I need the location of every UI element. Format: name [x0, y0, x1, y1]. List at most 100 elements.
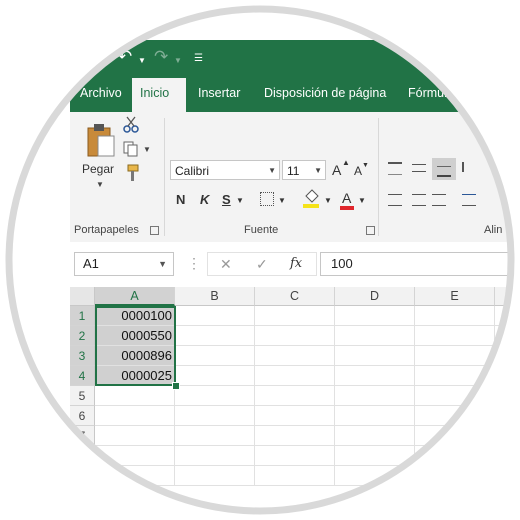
- align-left-icon[interactable]: [388, 194, 402, 206]
- cell-d3[interactable]: [335, 346, 415, 366]
- enter-icon[interactable]: ✓: [256, 256, 268, 273]
- cell-a4[interactable]: 0000025: [95, 366, 175, 386]
- cell-b8[interactable]: [175, 446, 255, 466]
- cell-b9[interactable]: [175, 466, 255, 486]
- tab-inicio[interactable]: Inicio: [132, 78, 186, 112]
- cell-b7[interactable]: [175, 426, 255, 446]
- cell-c3[interactable]: [255, 346, 335, 366]
- cell-x4[interactable]: [495, 366, 520, 386]
- column-header-b[interactable]: B: [175, 287, 255, 306]
- cell-c1[interactable]: [255, 306, 335, 326]
- insert-function-icon[interactable]: fx: [290, 256, 302, 271]
- undo-icon[interactable]: ↶: [118, 47, 132, 67]
- align-right-icon[interactable]: [432, 194, 446, 206]
- column-header-e[interactable]: E: [415, 287, 495, 306]
- cell-x1[interactable]: [495, 306, 520, 326]
- row-header-3[interactable]: 3: [70, 346, 95, 366]
- cell-c7[interactable]: [255, 426, 335, 446]
- cell-c2[interactable]: [255, 326, 335, 346]
- cell-d1[interactable]: [335, 306, 415, 326]
- cell-d7[interactable]: [335, 426, 415, 446]
- align-top-icon[interactable]: [388, 162, 402, 175]
- cell-b6[interactable]: [175, 406, 255, 426]
- redo-icon[interactable]: ↷: [154, 47, 168, 67]
- clipboard-dialog-launcher[interactable]: [150, 226, 159, 235]
- customize-toolbar-icon[interactable]: ☰: [194, 53, 203, 64]
- save-icon[interactable]: [84, 52, 96, 66]
- cell-e5[interactable]: [415, 386, 495, 406]
- fill-handle[interactable]: [172, 382, 180, 390]
- cell-x8[interactable]: [495, 446, 520, 466]
- tab-insertar[interactable]: Insertar: [190, 78, 248, 112]
- cell-e4[interactable]: [415, 366, 495, 386]
- cell-a1[interactable]: 0000100: [95, 306, 175, 326]
- cell-c8[interactable]: [255, 446, 335, 466]
- cell-a2[interactable]: 0000550: [95, 326, 175, 346]
- column-header-a[interactable]: A: [95, 287, 175, 306]
- paste-button[interactable]: Pegar ▼: [78, 118, 122, 198]
- cell-a9[interactable]: [95, 466, 175, 486]
- underline-button[interactable]: S: [222, 192, 231, 207]
- cell-b2[interactable]: [175, 326, 255, 346]
- borders-icon[interactable]: [260, 192, 274, 206]
- cell-b5[interactable]: [175, 386, 255, 406]
- cell-d9[interactable]: [335, 466, 415, 486]
- cell-a5[interactable]: [95, 386, 175, 406]
- column-header-d[interactable]: D: [335, 287, 415, 306]
- cell-x9[interactable]: [495, 466, 520, 486]
- row-header-5[interactable]: 5: [70, 386, 95, 406]
- cell-c5[interactable]: [255, 386, 335, 406]
- align-middle-icon[interactable]: [412, 164, 426, 172]
- italic-button[interactable]: K: [200, 192, 209, 207]
- font-dialog-launcher[interactable]: [366, 226, 375, 235]
- cell-e8[interactable]: [415, 446, 495, 466]
- select-all-button[interactable]: [70, 287, 95, 306]
- cell-d5[interactable]: [335, 386, 415, 406]
- row-header-8[interactable]: 8: [70, 446, 95, 466]
- grow-font-button[interactable]: A: [332, 162, 341, 178]
- copy-icon[interactable]: [122, 140, 140, 158]
- cell-e6[interactable]: [415, 406, 495, 426]
- row-header-6[interactable]: 6: [70, 406, 95, 426]
- cut-icon[interactable]: [122, 116, 140, 134]
- format-painter-icon[interactable]: [122, 164, 140, 182]
- tab-archivo[interactable]: Archivo: [72, 78, 130, 112]
- formula-input[interactable]: 100: [320, 252, 520, 276]
- cell-x7[interactable]: [495, 426, 520, 446]
- fill-color-icon[interactable]: [302, 188, 320, 208]
- row-header-1[interactable]: 1: [70, 306, 95, 326]
- cell-e2[interactable]: [415, 326, 495, 346]
- cell-c4[interactable]: [255, 366, 335, 386]
- cell-c6[interactable]: [255, 406, 335, 426]
- cell-d2[interactable]: [335, 326, 415, 346]
- align-bottom-icon[interactable]: [432, 158, 456, 180]
- tab-formulas[interactable]: Fórmula: [400, 78, 462, 112]
- cell-e7[interactable]: [415, 426, 495, 446]
- cell-a8[interactable]: [95, 446, 175, 466]
- cell-e1[interactable]: [415, 306, 495, 326]
- shrink-font-button[interactable]: A: [354, 164, 362, 178]
- cell-x3[interactable]: [495, 346, 520, 366]
- cell-x2[interactable]: [495, 326, 520, 346]
- underline-dropdown-icon[interactable]: ▼: [236, 196, 244, 205]
- cell-x5[interactable]: [495, 386, 520, 406]
- row-header-4[interactable]: 4: [70, 366, 95, 386]
- tab-disposicion-de-pagina[interactable]: Disposición de página: [256, 78, 394, 112]
- cell-a7[interactable]: [95, 426, 175, 446]
- orientation-icon[interactable]: [462, 162, 474, 172]
- cell-b3[interactable]: [175, 346, 255, 366]
- borders-dropdown-icon[interactable]: ▼: [278, 196, 286, 205]
- redo-dropdown-icon[interactable]: ▼: [174, 56, 182, 65]
- row-header-9[interactable]: 9: [70, 466, 95, 486]
- row-header-2[interactable]: 2: [70, 326, 95, 346]
- cell-c9[interactable]: [255, 466, 335, 486]
- row-header-7[interactable]: 7: [70, 426, 95, 446]
- column-header-partial[interactable]: [495, 287, 520, 306]
- cell-e9[interactable]: [415, 466, 495, 486]
- cell-e3[interactable]: [415, 346, 495, 366]
- cell-b1[interactable]: [175, 306, 255, 326]
- decrease-indent-icon[interactable]: [462, 194, 476, 206]
- column-header-c[interactable]: C: [255, 287, 335, 306]
- cell-x6[interactable]: [495, 406, 520, 426]
- bold-button[interactable]: N: [176, 192, 185, 207]
